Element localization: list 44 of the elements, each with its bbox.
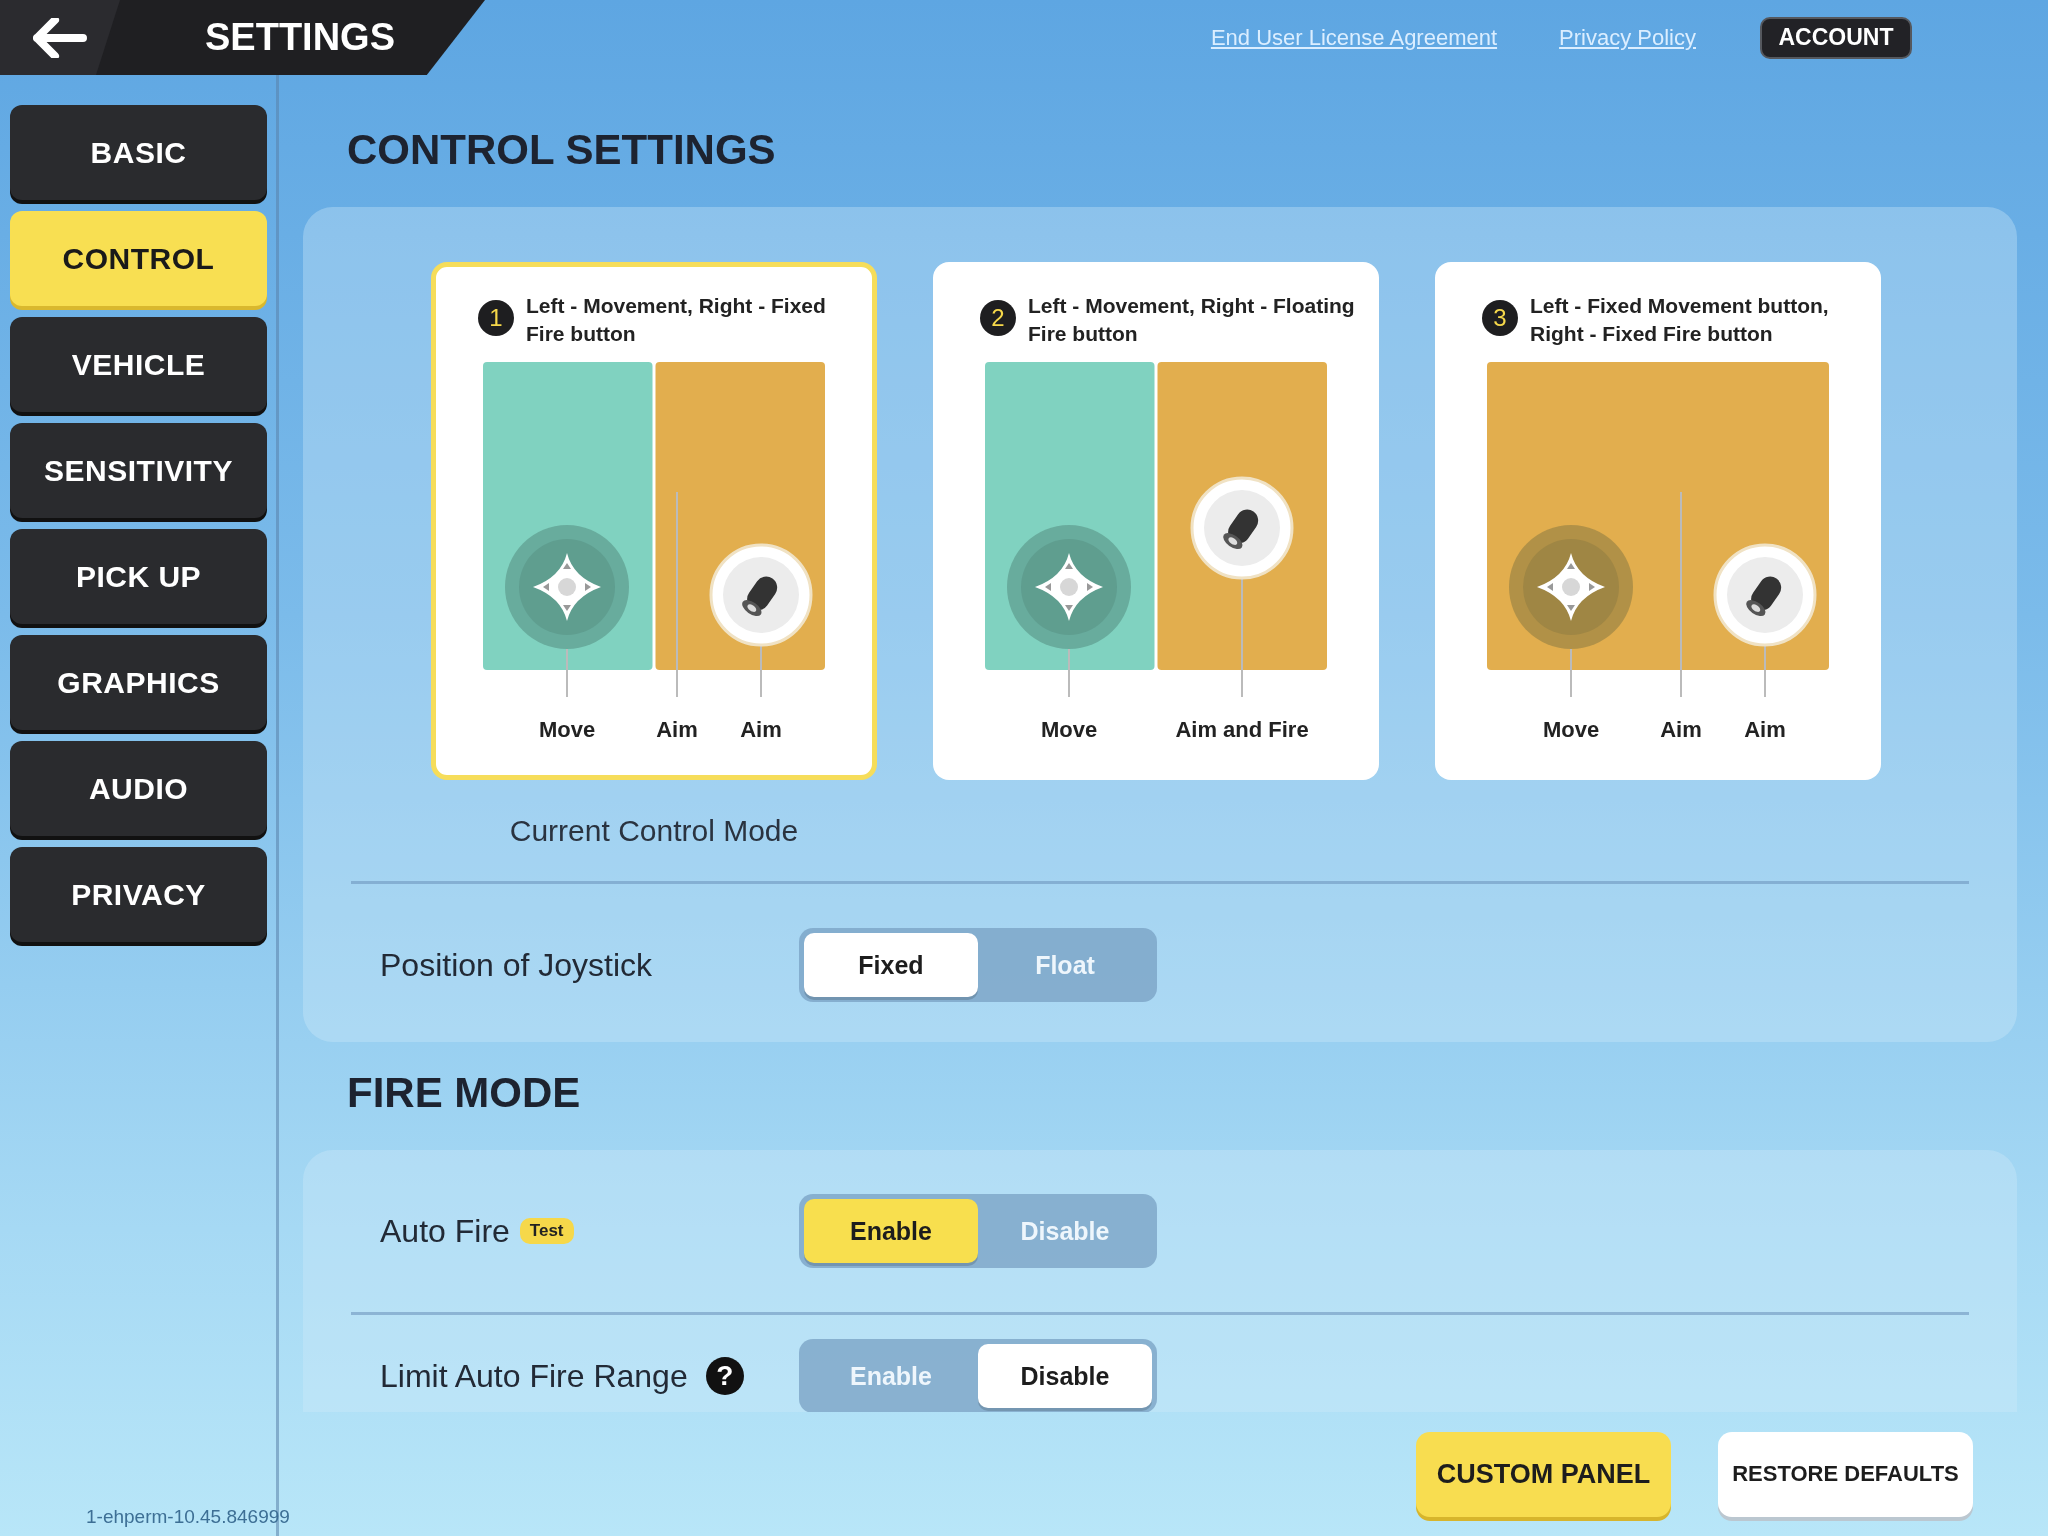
toggle-option[interactable]: Disable bbox=[978, 1344, 1152, 1408]
help-icon[interactable]: ? bbox=[705, 1357, 744, 1395]
control-mode-card[interactable]: 2 Left - Movement, Right - Floating Fire button Move Aim and Fire bbox=[933, 262, 1379, 780]
control-label: Move bbox=[538, 717, 596, 742]
control-label: Aim bbox=[1660, 717, 1702, 742]
setting-label: Limit Auto Fire Range bbox=[380, 1357, 688, 1395]
section-title: FIRE MODE bbox=[346, 1068, 582, 1118]
joystick-icon bbox=[505, 525, 629, 649]
leader-line bbox=[760, 644, 762, 698]
mode-number: 1 bbox=[478, 300, 514, 336]
control-label: Aim bbox=[656, 717, 698, 742]
section-title: CONTROL SETTINGS bbox=[346, 125, 777, 175]
control-label: Move bbox=[1542, 717, 1600, 742]
control-mode-card[interactable]: 3 Left - Fixed Movement button, Right - Fixed Fire button Move Aim Aim bbox=[1435, 262, 1881, 780]
toggle-option[interactable]: Fixed bbox=[804, 933, 978, 997]
leader-line bbox=[566, 648, 568, 698]
control-mode-card[interactable]: 1 Left - Movement, Right - Fixed Fire button Move Aim Aim bbox=[431, 262, 877, 780]
current-mode-caption: Current Control Mode bbox=[508, 814, 800, 848]
control-label: Move bbox=[1040, 717, 1098, 742]
mode-title: Left - Movement, Right - Fixed Fire button bbox=[526, 293, 827, 347]
version-text: 1-ehperm-10.45.846999 bbox=[86, 1505, 290, 1530]
leader-line bbox=[1764, 644, 1766, 698]
bullet-button-icon bbox=[1190, 476, 1294, 580]
control-label: Aim bbox=[1744, 717, 1786, 742]
bullet-button-icon bbox=[1713, 543, 1817, 647]
setting-label: Position of Joystick bbox=[380, 946, 653, 984]
mode-title: Left - Movement, Right - Floating Fire button bbox=[1028, 293, 1356, 347]
mode-title: Left - Fixed Movement button, Right - Fixed Fire button bbox=[1530, 293, 1830, 347]
control-label: Aim and Fire bbox=[1175, 717, 1309, 742]
back-button[interactable] bbox=[0, 0, 120, 75]
account-button[interactable]: ACCOUNT bbox=[1760, 16, 1912, 59]
back-arrow-icon bbox=[33, 17, 87, 58]
mode-number: 3 bbox=[1482, 300, 1518, 336]
leader-line bbox=[1570, 648, 1572, 698]
bullet-button-icon bbox=[709, 543, 813, 647]
test-badge: Test bbox=[519, 1218, 574, 1244]
mode-number: 2 bbox=[980, 300, 1016, 336]
page-title: SETTINGS bbox=[205, 16, 396, 59]
joystick-icon bbox=[1007, 525, 1131, 649]
joystick-icon bbox=[1509, 525, 1633, 649]
setting-label: Auto Fire bbox=[380, 1212, 510, 1250]
toggle-option[interactable]: Enable bbox=[804, 1199, 978, 1263]
control-label: Aim bbox=[740, 717, 782, 742]
leader-line bbox=[1068, 648, 1070, 698]
